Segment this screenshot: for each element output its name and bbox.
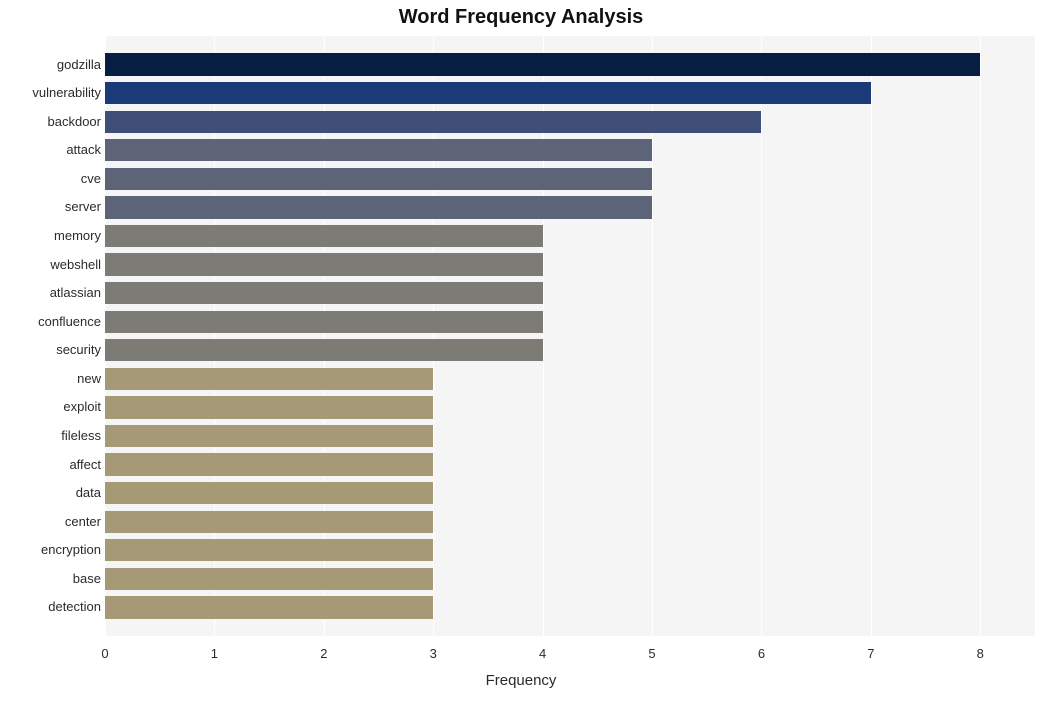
grid-line bbox=[980, 36, 981, 636]
y-tick-label: affect bbox=[6, 454, 101, 476]
x-tick-label: 8 bbox=[977, 646, 984, 661]
y-tick-label: vulnerability bbox=[6, 82, 101, 104]
x-tick-label: 4 bbox=[539, 646, 546, 661]
bar bbox=[105, 425, 433, 447]
y-tick-label: cve bbox=[6, 168, 101, 190]
bar bbox=[105, 339, 543, 361]
x-tick-label: 0 bbox=[101, 646, 108, 661]
chart-container: Word Frequency Analysis Frequency 0 1 2 3 4 5… bbox=[0, 0, 1042, 701]
bar bbox=[105, 225, 543, 247]
chart-title: Word Frequency Analysis bbox=[0, 6, 1042, 29]
grid-line bbox=[761, 36, 762, 636]
bar bbox=[105, 511, 433, 533]
y-tick-label: data bbox=[6, 482, 101, 504]
y-tick-label: security bbox=[6, 339, 101, 361]
y-tick-label: attack bbox=[6, 139, 101, 161]
y-tick-label: center bbox=[6, 511, 101, 533]
bar bbox=[105, 396, 433, 418]
bar bbox=[105, 368, 433, 390]
y-tick-label: base bbox=[6, 568, 101, 590]
bar bbox=[105, 282, 543, 304]
bar bbox=[105, 168, 652, 190]
y-tick-label: godzilla bbox=[6, 54, 101, 76]
bar bbox=[105, 568, 433, 590]
bar bbox=[105, 596, 433, 618]
bar bbox=[105, 311, 543, 333]
bar bbox=[105, 253, 543, 275]
y-tick-label: confluence bbox=[6, 311, 101, 333]
y-tick-label: atlassian bbox=[6, 282, 101, 304]
bar bbox=[105, 482, 433, 504]
bar bbox=[105, 196, 652, 218]
y-tick-label: exploit bbox=[6, 396, 101, 418]
x-tick-label: 2 bbox=[320, 646, 327, 661]
y-tick-label: new bbox=[6, 368, 101, 390]
x-tick-label: 7 bbox=[867, 646, 874, 661]
y-tick-label: webshell bbox=[6, 254, 101, 276]
x-axis-title: Frequency bbox=[0, 672, 1042, 689]
y-tick-label: backdoor bbox=[6, 111, 101, 133]
bar bbox=[105, 82, 871, 104]
bar bbox=[105, 139, 652, 161]
y-tick-label: fileless bbox=[6, 425, 101, 447]
y-tick-label: server bbox=[6, 196, 101, 218]
x-tick-label: 1 bbox=[211, 646, 218, 661]
x-tick-label: 3 bbox=[430, 646, 437, 661]
grid-line bbox=[871, 36, 872, 636]
bar bbox=[105, 539, 433, 561]
bar bbox=[105, 53, 980, 75]
bar bbox=[105, 111, 761, 133]
x-tick-label: 5 bbox=[648, 646, 655, 661]
y-tick-label: encryption bbox=[6, 539, 101, 561]
y-tick-label: detection bbox=[6, 596, 101, 618]
y-tick-label: memory bbox=[6, 225, 101, 247]
bar bbox=[105, 453, 433, 475]
plot-area bbox=[105, 36, 1035, 636]
x-tick-label: 6 bbox=[758, 646, 765, 661]
